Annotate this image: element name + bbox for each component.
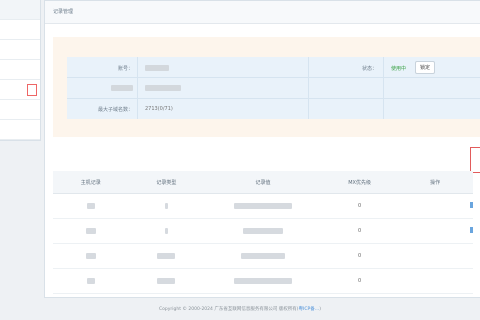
action-link[interactable] [470, 202, 473, 208]
sidebar-item-active[interactable] [0, 80, 40, 100]
col-mx: MX优先级 [321, 171, 398, 194]
table-row: 0 [53, 193, 473, 219]
footer-copyright: Copyright © 2000-2024 广东省互联网信息服务有限公司 版权所… [159, 307, 299, 312]
cell-value [242, 227, 283, 234]
action-button[interactable] [470, 147, 480, 173]
account-value [145, 65, 169, 71]
hidden-value [145, 85, 181, 91]
cell-mx: 0 [321, 193, 398, 219]
footer: Copyright © 2000-2024 广东省互联网信息服务有限公司 版权所… [0, 306, 480, 312]
cell-mx: 0 [321, 268, 398, 294]
sidebar-item[interactable] [0, 20, 40, 40]
divider [67, 98, 480, 99]
cell-host [85, 252, 96, 259]
divider [137, 57, 138, 119]
table-row: 0 [53, 218, 473, 244]
cell-mx: 0 [321, 243, 398, 269]
table-row: 0 [53, 243, 473, 269]
cell-host [86, 277, 95, 284]
cell-type [164, 227, 168, 234]
table-row: 0 [53, 268, 473, 294]
divider [308, 57, 309, 119]
cell-value [240, 252, 285, 259]
col-action: 操作 [397, 171, 473, 194]
col-host: 主机记录 [53, 171, 129, 194]
sidebar-header [0, 0, 40, 20]
table-header-row: 主机记录 记录类型 记录值 MX优先级 操作 [53, 171, 473, 194]
cell-value [233, 277, 292, 284]
cell-value [233, 202, 292, 209]
panel-title: 记录管理 [45, 1, 480, 24]
status-label: 状态： [361, 66, 377, 72]
cell-type [157, 277, 176, 284]
info-wrapper: 账号： 最大子域名数： 2713(0/71) 状态： 使用中 锁定 [53, 37, 480, 137]
max-subdomains-value: 2713(0/71) [145, 106, 173, 112]
action-link[interactable] [470, 227, 473, 233]
lock-button[interactable]: 锁定 [415, 61, 436, 74]
cell-type [164, 202, 168, 209]
divider [383, 57, 384, 119]
col-type: 记录类型 [128, 171, 205, 194]
divider [67, 77, 480, 78]
col-value: 记录值 [204, 171, 322, 194]
info-table: 账号： 最大子域名数： 2713(0/71) 状态： 使用中 锁定 [67, 57, 480, 119]
cell-host [85, 227, 96, 234]
cell-host [86, 202, 95, 209]
sidebar-item[interactable] [0, 100, 40, 120]
sidebar-item[interactable] [0, 40, 40, 60]
hidden-label [111, 85, 133, 91]
sidebar-item[interactable] [0, 120, 40, 140]
max-subdomains-label: 最大子域名数： [97, 107, 133, 113]
footer-close: ) [319, 307, 321, 312]
status-text: 使用中 [391, 66, 407, 72]
account-label: 账号： [117, 66, 133, 72]
main-panel: 记录管理 账号： 最大子域名数： 2713(0/71) 状态： 使用中 锁定 主… [44, 0, 480, 298]
cell-mx: 0 [321, 218, 398, 244]
sidebar [0, 0, 41, 141]
footer-icp-link[interactable]: 粤ICP备… [299, 307, 320, 312]
cell-type [157, 252, 176, 259]
sidebar-item[interactable] [0, 60, 40, 80]
records-table: 主机记录 记录类型 记录值 MX优先级 操作 0 0 0 0 [53, 171, 473, 294]
